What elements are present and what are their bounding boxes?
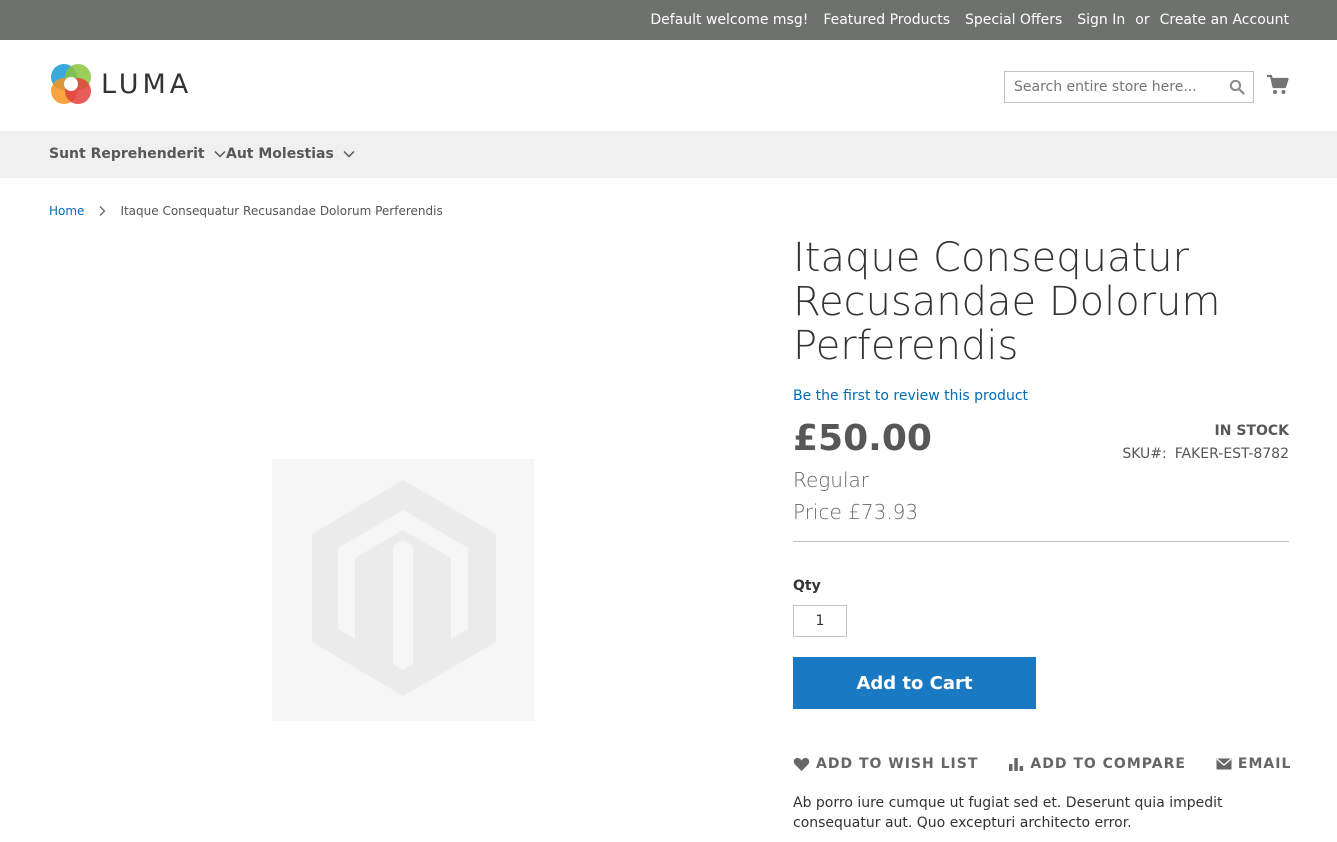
add-to-compare-label: Add to Compare <box>1030 756 1186 772</box>
qty-label: Qty <box>793 578 821 594</box>
nav-item-label: Aut Molestias <box>226 146 334 162</box>
main-navigation: Sunt Reprehenderit Aut Molestias <box>0 131 1337 178</box>
divider <box>793 541 1289 542</box>
email-link[interactable]: Email <box>1216 756 1291 772</box>
chevron-down-icon <box>343 150 355 158</box>
logo-text: LUMA <box>101 68 193 100</box>
product-price: £50.00 <box>793 418 932 459</box>
product-description: Ab porro iure cumque ut fugiat sed et. D… <box>793 795 1223 831</box>
sign-in-link[interactable]: Sign In <box>1077 12 1125 28</box>
add-to-wishlist-link[interactable]: Add to Wish List <box>793 756 978 772</box>
sku-label: SKU#: <box>1122 446 1167 462</box>
site-header: LUMA <box>0 40 1337 131</box>
bar-chart-icon <box>1009 758 1024 771</box>
stock-status: In stock <box>1214 423 1289 439</box>
qty-input[interactable] <box>793 605 847 637</box>
top-links: Default welcome msg! Featured Products S… <box>650 0 1289 40</box>
featured-products-link[interactable]: Featured Products <box>823 12 950 28</box>
sku: SKU#: FAKER-EST-8782 <box>1122 446 1289 462</box>
product-title: Itaque Consequatur Recusandae Dolorum Pe… <box>793 235 1221 369</box>
regular-price: Price £73.93 <box>793 500 919 524</box>
review-link[interactable]: Be the first to review this product <box>793 388 1028 404</box>
product-image-placeholder[interactable] <box>272 459 534 721</box>
special-offers-link[interactable]: Special Offers <box>965 12 1062 28</box>
email-label: Email <box>1237 756 1292 772</box>
breadcrumb-current: Itaque Consequatur Recusandae Dolorum Pe… <box>120 204 443 218</box>
envelope-icon <box>1216 758 1232 770</box>
breadcrumb: Home Itaque Consequatur Recusandae Dolor… <box>49 204 443 218</box>
logo[interactable]: LUMA <box>49 62 195 106</box>
search-input[interactable] <box>1005 72 1215 102</box>
chevron-right-icon <box>99 206 106 216</box>
create-account-link[interactable]: Create an Account <box>1160 12 1289 28</box>
search-box <box>1004 71 1254 103</box>
product-actions: Add to Wish List Add to Compare Email <box>793 753 1291 775</box>
add-to-cart-button[interactable]: Add to Cart <box>793 657 1036 709</box>
nav-item-sunt-reprehenderit[interactable]: Sunt Reprehenderit <box>49 146 226 162</box>
cart-icon[interactable] <box>1266 73 1290 97</box>
add-to-compare-link[interactable]: Add to Compare <box>1008 756 1186 772</box>
magento-placeholder-icon <box>312 480 496 696</box>
nav-item-label: Sunt Reprehenderit <box>49 146 205 162</box>
breadcrumb-home-link[interactable]: Home <box>49 204 84 218</box>
regular-price-label: Regular <box>793 468 870 492</box>
chevron-down-icon <box>214 150 226 158</box>
sku-value: FAKER-EST-8782 <box>1174 446 1289 462</box>
luma-logo-icon <box>51 64 91 104</box>
search-icon[interactable] <box>1229 79 1245 95</box>
welcome-message: Default welcome msg! <box>650 12 809 28</box>
heart-icon <box>793 757 810 771</box>
top-bar: Default welcome msg! Featured Products S… <box>0 0 1337 40</box>
add-to-wishlist-label: Add to Wish List <box>816 756 979 772</box>
nav-item-aut-molestias[interactable]: Aut Molestias <box>226 146 355 162</box>
or-separator: or <box>1135 12 1150 28</box>
